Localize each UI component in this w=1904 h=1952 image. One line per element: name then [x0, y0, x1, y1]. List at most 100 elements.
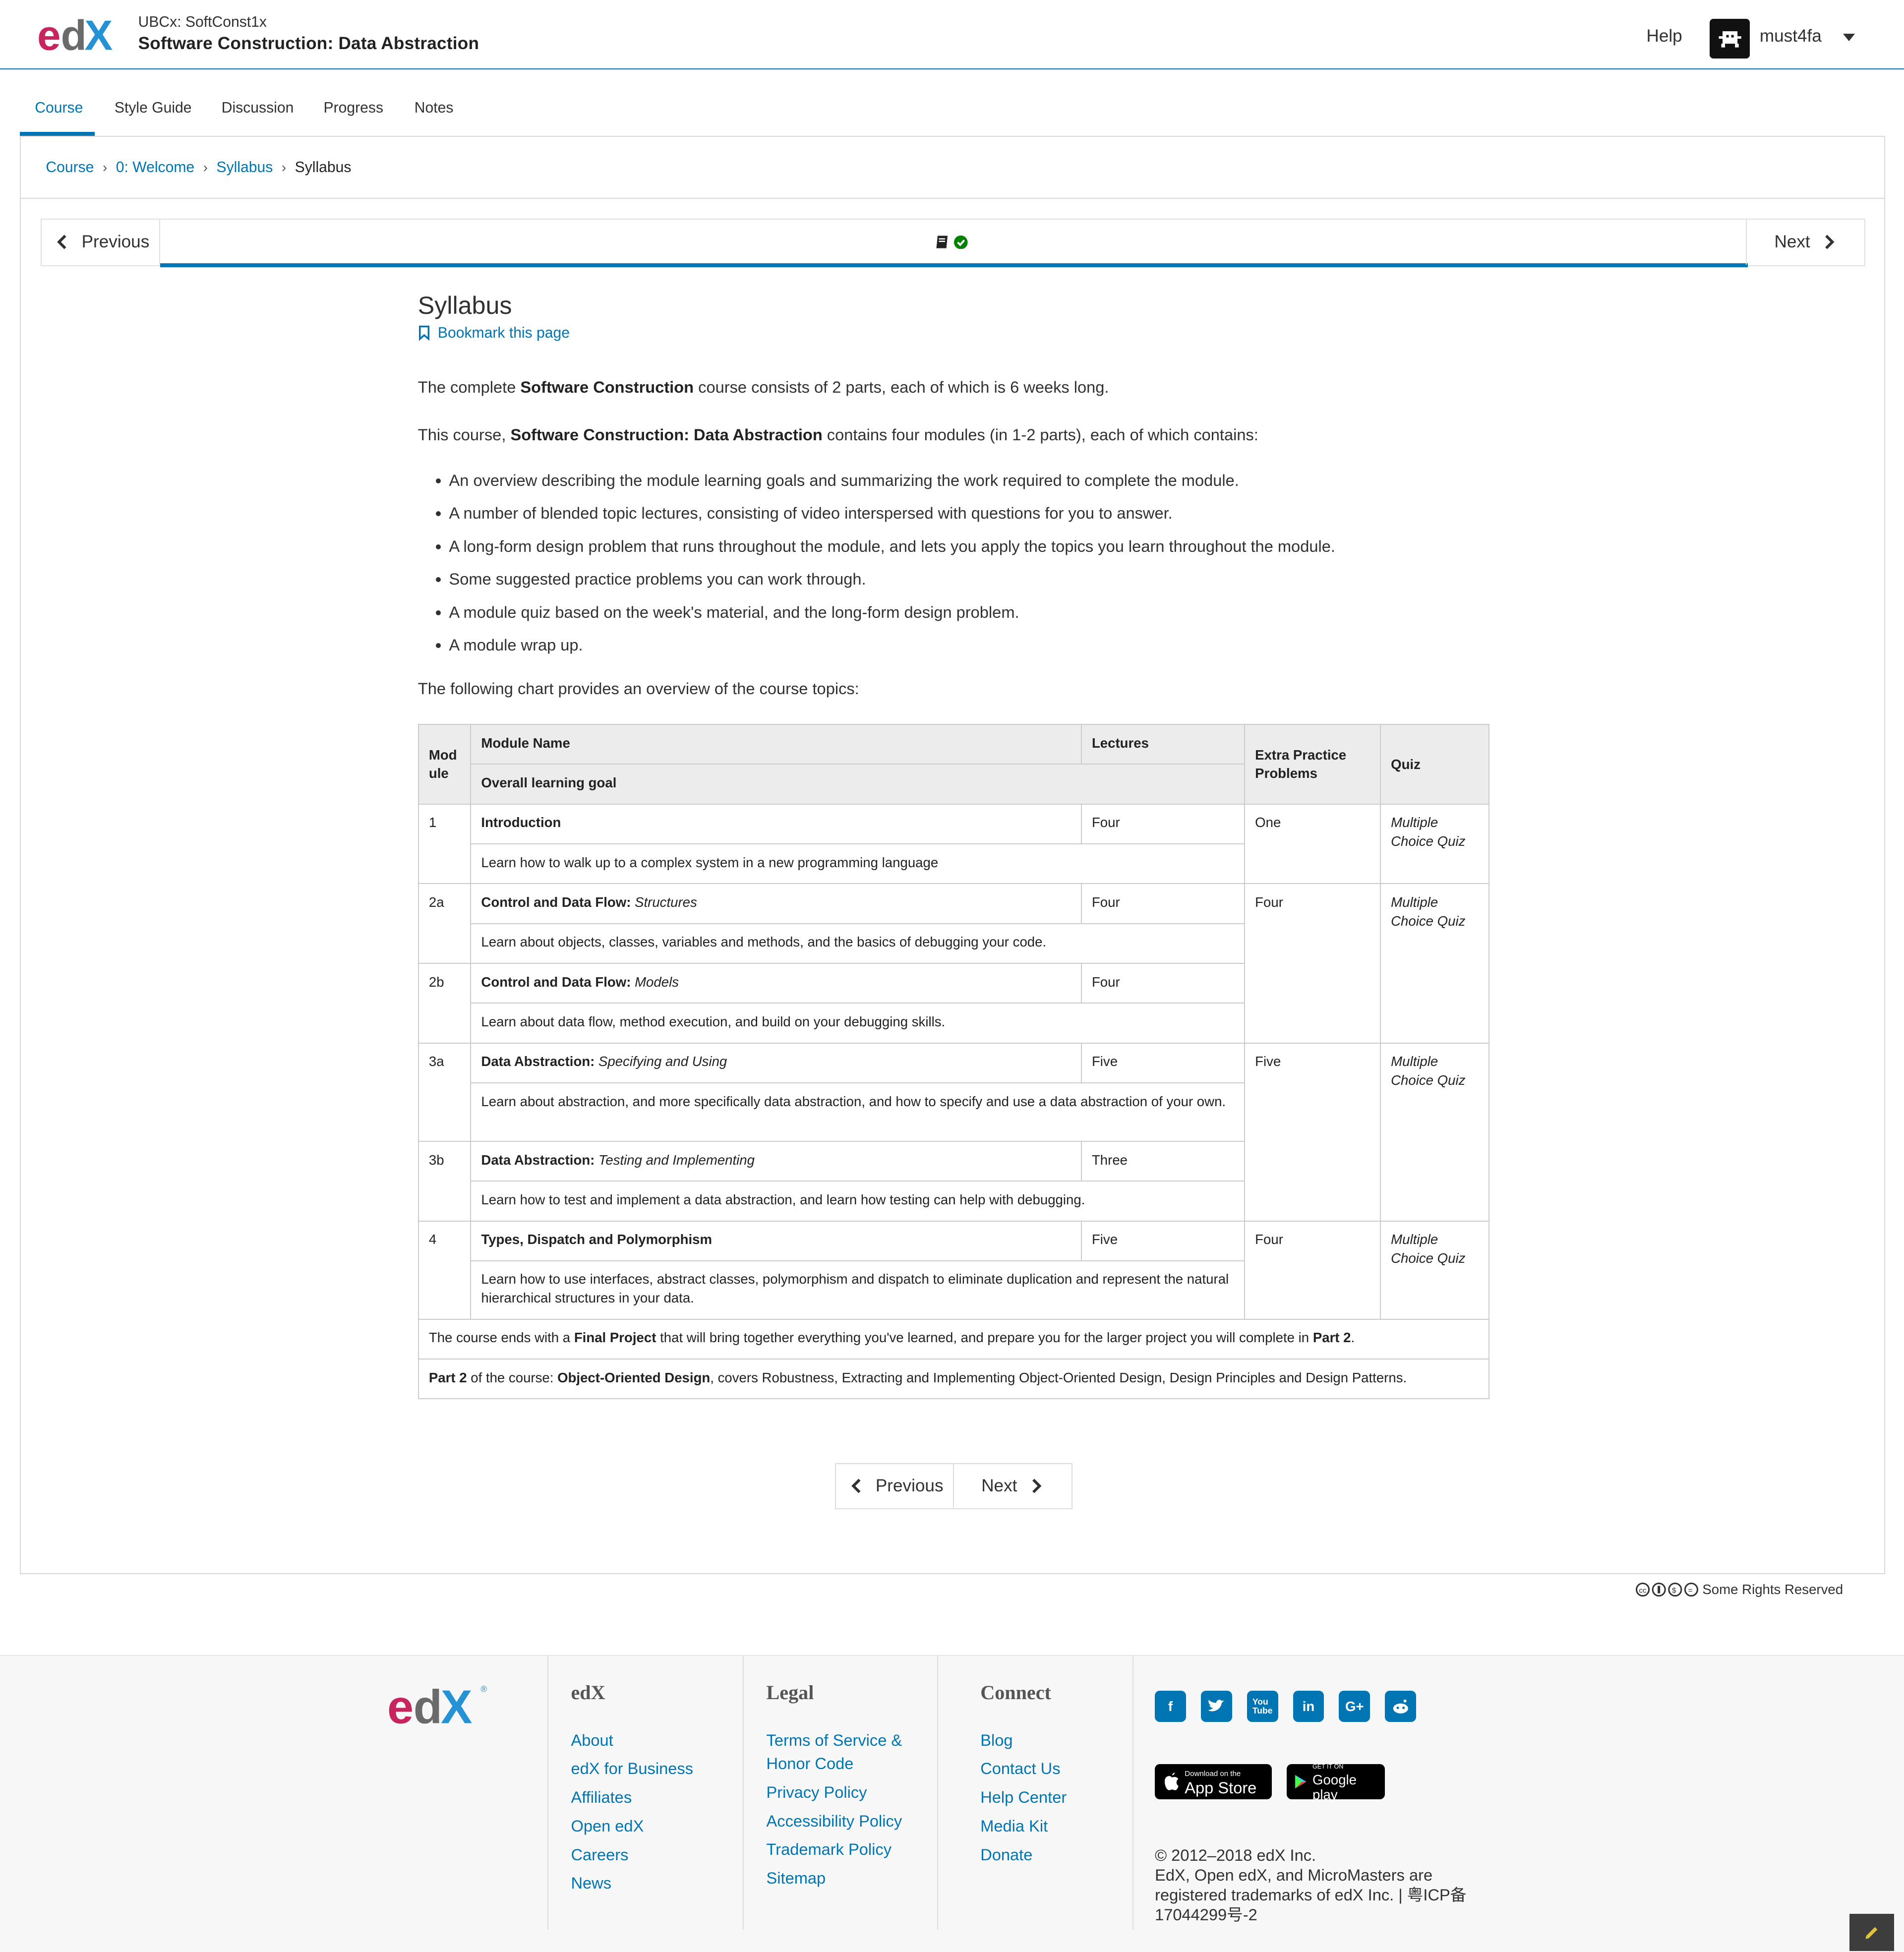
breadcrumb-course[interactable]: Course — [46, 159, 94, 176]
footer-link[interactable]: Help Center — [980, 1785, 1067, 1809]
tab-style-guide[interactable]: Style Guide — [115, 100, 192, 117]
chevron-down-icon[interactable] — [1843, 33, 1855, 41]
cell-quiz: Multiple Choice Quiz — [1380, 803, 1489, 885]
footer-link[interactable]: Affiliates — [571, 1785, 632, 1809]
text-bold: Part 2 — [428, 1369, 467, 1385]
breadcrumb-current: Syllabus — [295, 159, 352, 176]
footer-link[interactable]: News — [571, 1871, 611, 1895]
cell-goal: Learn how to test and implement a data a… — [470, 1181, 1246, 1222]
sequence-unit-tab[interactable] — [935, 235, 968, 249]
table-row-part2: Part 2 of the course: Object-Oriented De… — [417, 1359, 1489, 1400]
footer-link[interactable]: Open edX — [571, 1814, 644, 1838]
footer-col-connect: Connect Blog Contact Us Help Center Medi… — [937, 1656, 1067, 1930]
header-lectures: Lectures — [1080, 724, 1246, 765]
cell-lectures: Three — [1080, 1140, 1246, 1182]
cell-module-name: Data Abstraction: Testing and Implementi… — [470, 1140, 1082, 1182]
text-italic: Structures — [635, 894, 697, 910]
modules-paragraph: This course, Software Construction: Data… — [418, 425, 1258, 444]
bookmark-button[interactable]: Bookmark this page — [418, 325, 570, 342]
tab-course[interactable]: Course — [35, 100, 83, 117]
bottom-previous-button[interactable]: Previous — [836, 1464, 954, 1508]
tab-progress[interactable]: Progress — [324, 100, 383, 117]
cell-goal: Learn about objects, classes, variables … — [470, 923, 1246, 964]
username[interactable]: must4fa — [1760, 26, 1822, 46]
footer-link[interactable]: Accessibility Policy — [767, 1809, 902, 1833]
footer-link[interactable]: Terms of Service & Honor Code — [767, 1728, 922, 1775]
cell-extra: Four — [1244, 883, 1381, 1044]
cell-module: 4 — [417, 1220, 472, 1320]
bookmark-label: Bookmark this page — [437, 324, 570, 341]
list-item: Some suggested practice problems you can… — [449, 568, 1335, 601]
footer-col-edx: edX About edX for Business Affiliates Op… — [547, 1656, 693, 1930]
copyright: © 2012–2018 edX Inc. EdX, Open edX, and … — [1155, 1845, 1479, 1925]
cell-module: 1 — [417, 803, 472, 885]
bottom-next-button[interactable]: Next — [954, 1464, 1071, 1508]
header-quiz: Quiz — [1380, 724, 1489, 805]
cell-quiz: Multiple Choice Quiz — [1380, 883, 1489, 1044]
reddit-icon[interactable] — [1385, 1691, 1417, 1722]
text-bold: Control and Data Flow: — [481, 894, 635, 910]
google-play-small-text: GET IT ON — [1312, 1763, 1344, 1771]
sequence-next-label: Next — [1774, 232, 1810, 252]
footer-link[interactable]: Careers — [571, 1843, 628, 1867]
breadcrumb-section[interactable]: 0: Welcome — [116, 159, 194, 176]
linkedin-icon[interactable]: in — [1293, 1691, 1324, 1722]
footer-link[interactable]: Media Kit — [980, 1814, 1048, 1838]
pencil-icon — [1865, 1927, 1878, 1939]
sequence-next-button[interactable]: Next — [1746, 220, 1864, 265]
cell-module: 3b — [417, 1140, 472, 1222]
tab-notes[interactable]: Notes — [415, 100, 454, 117]
text: . — [1351, 1330, 1355, 1346]
cell-module-name: Data Abstraction: Specifying and Using — [470, 1042, 1082, 1083]
cell-lectures: Four — [1080, 883, 1246, 924]
sequence-nav: Previous Next — [41, 219, 1865, 267]
footer-link[interactable]: About — [571, 1728, 613, 1752]
twitter-icon[interactable] — [1200, 1691, 1232, 1722]
footer-link[interactable]: Privacy Policy — [767, 1780, 867, 1804]
text: This course, — [417, 425, 511, 444]
youtube-icon[interactable]: You Tube — [1247, 1691, 1278, 1722]
footer-link[interactable]: Blog — [980, 1728, 1012, 1752]
cell-module-name: Types, Dispatch and Polymorphism — [470, 1220, 1082, 1261]
svg-text:cc: cc — [1639, 1586, 1647, 1595]
edx-logo[interactable]: e d X ® — [387, 1681, 489, 1726]
breadcrumb-subsection[interactable]: Syllabus — [216, 159, 273, 176]
footer-link[interactable]: edX for Business — [571, 1757, 693, 1780]
app-store-small-text: Download on the — [1185, 1769, 1241, 1778]
list-item: A module quiz based on the week's materi… — [449, 601, 1335, 634]
text: course consists of 2 parts, each of whic… — [694, 378, 1109, 397]
license-info[interactable]: cc $ = Some Rights Reserved — [1635, 1582, 1843, 1597]
avatar[interactable] — [1710, 18, 1750, 59]
facebook-icon[interactable]: f — [1155, 1691, 1186, 1722]
bottom-previous-label: Previous — [875, 1476, 944, 1495]
bookmark-icon — [418, 326, 429, 341]
cell-part2: Part 2 of the course: Object-Oriented De… — [417, 1359, 1489, 1400]
sequence-previous-button[interactable]: Previous — [42, 220, 160, 265]
cell-goal: Learn how to walk up to a complex system… — [470, 843, 1246, 885]
edit-button[interactable] — [1849, 1914, 1894, 1952]
footer-heading: Connect — [980, 1681, 1051, 1704]
google-play-badge[interactable]: GET IT ON Google play — [1287, 1763, 1385, 1802]
text-bold: Final Project — [574, 1330, 656, 1346]
text-bold: Types, Dispatch and Polymorphism — [481, 1232, 713, 1247]
text: The course ends with a — [428, 1330, 574, 1346]
table-row: 3a Data Abstraction: Specifying and Usin… — [417, 1042, 1489, 1222]
edx-logo[interactable]: e d X — [37, 12, 119, 55]
app-store-badge[interactable]: Download on the App Store — [1155, 1764, 1272, 1799]
help-link[interactable]: Help — [1646, 26, 1682, 46]
footer-link[interactable]: Sitemap — [767, 1866, 826, 1890]
cell-goal: Learn how to use interfaces, abstract cl… — [470, 1260, 1246, 1320]
footer-link[interactable]: Donate — [980, 1843, 1032, 1867]
cell-quiz: Multiple Choice Quiz — [1380, 1220, 1489, 1320]
footer-link[interactable]: Trademark Policy — [767, 1837, 892, 1861]
cell-lectures: Five — [1080, 1042, 1246, 1083]
cell-module: 3a — [417, 1042, 472, 1142]
chevron-right-icon — [1825, 235, 1835, 249]
svg-text:X: X — [440, 1681, 472, 1726]
cell-goal: Learn about data flow, method execution,… — [470, 1003, 1246, 1044]
chevron-right-icon: › — [203, 159, 208, 175]
tab-discussion[interactable]: Discussion — [222, 100, 294, 117]
cell-module: 2a — [417, 883, 472, 964]
google-plus-icon[interactable]: G+ — [1339, 1691, 1370, 1722]
footer-link[interactable]: Contact Us — [980, 1757, 1060, 1780]
